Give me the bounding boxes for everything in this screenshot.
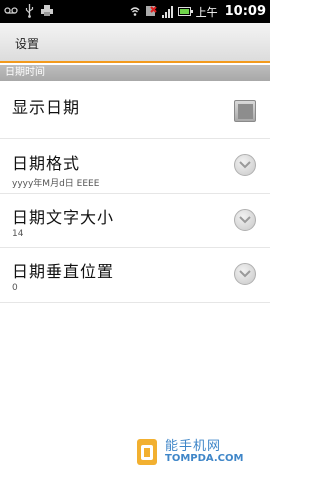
- setting-date-vertical-position[interactable]: 日期垂直位置 0: [0, 249, 270, 303]
- usb-icon: [25, 3, 34, 20]
- watermark-logo-icon: [137, 439, 157, 465]
- setting-date-text-size[interactable]: 日期文字大小 14: [0, 195, 270, 248]
- watermark-cn: 能手机网: [165, 439, 222, 454]
- no-sim-icon: [145, 5, 157, 19]
- printer-icon: [41, 5, 53, 18]
- show-date-checkbox[interactable]: [234, 100, 256, 122]
- status-bar: 上午 10:09: [0, 0, 270, 23]
- notification-icons: [4, 3, 53, 20]
- watermark-en: TOMPDA.COM: [165, 453, 244, 464]
- chevron-down-icon: [234, 154, 256, 176]
- signal-icon: [161, 5, 173, 18]
- status-ampm: 上午: [195, 5, 218, 19]
- setting-value: 0: [12, 283, 18, 293]
- battery-icon: [177, 7, 193, 16]
- section-header: 日期时间: [0, 65, 270, 81]
- setting-value: 14: [12, 229, 24, 239]
- chevron-down-icon: [234, 209, 256, 231]
- title-bar: 设置: [0, 23, 270, 63]
- setting-title: 日期文字大小: [12, 208, 115, 227]
- setting-show-date[interactable]: 显示日期: [0, 82, 270, 139]
- chevron-down-icon: [234, 263, 256, 285]
- setting-title: 显示日期: [12, 98, 81, 117]
- system-icons: 上午 10:09: [130, 2, 266, 21]
- setting-title: 日期垂直位置: [12, 262, 115, 281]
- wifi-icon: [130, 5, 140, 19]
- setting-date-format[interactable]: 日期格式 yyyy年M月d日 EEEE: [0, 140, 270, 194]
- battery-level: [179, 9, 189, 14]
- status-time: 10:09: [224, 4, 266, 19]
- setting-title: 日期格式: [12, 154, 81, 173]
- checkmark-icon: [238, 104, 253, 119]
- setting-value: yyyy年M月d日 EEEE: [12, 179, 100, 189]
- page-title: 设置: [15, 37, 40, 51]
- voicemail-icon: [4, 6, 18, 17]
